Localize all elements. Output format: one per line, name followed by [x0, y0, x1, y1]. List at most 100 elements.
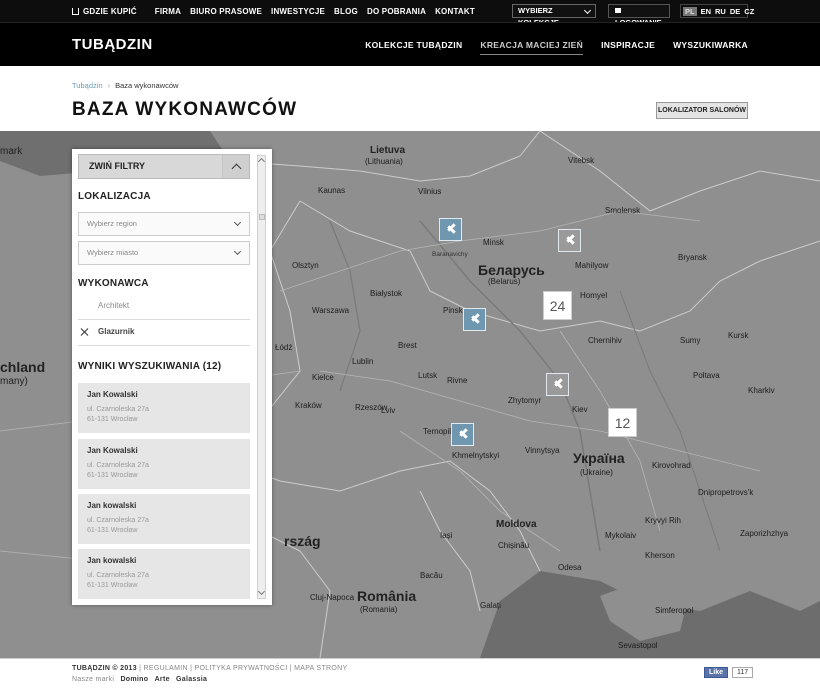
map-label-kiev: Kiev: [572, 405, 588, 414]
map-pin-marker[interactable]: [558, 229, 581, 252]
nav-inspirations[interactable]: INSPIRACJE: [601, 36, 655, 54]
investments-link[interactable]: INWESTYCJE: [271, 7, 325, 16]
result-name: Jan Kowalski: [87, 390, 138, 399]
lang-de[interactable]: DE: [730, 7, 740, 16]
map-label-homyel: Homyel: [580, 291, 608, 300]
map-label-kursk: Kursk: [728, 331, 749, 340]
language-switcher: PL EN RU DE CZ: [680, 4, 754, 18]
facebook-like-button[interactable]: Like: [704, 667, 729, 678]
map-label-poltava: Poltava: [693, 371, 720, 380]
footer-brands: Nasze marki Domino Arte Galassia: [72, 676, 207, 683]
map-label-warszawa: Warszawa: [312, 306, 350, 315]
result-card[interactable]: Jan kowalski ul. Czarnoleska 27a 61-131 …: [78, 494, 250, 544]
map-label-dnipro: Dnipropetrovs'k: [698, 488, 754, 497]
breadcrumb-home[interactable]: Tubądzin: [72, 81, 103, 90]
option-glazurnik[interactable]: Glazurnik: [98, 327, 134, 336]
chevron-down-icon: [583, 6, 592, 15]
result-street: ul. Czarnoleska 27a: [87, 517, 149, 524]
result-card[interactable]: Jan kowalski ul. Czarnoleska 27a 61-131 …: [78, 549, 250, 599]
map-pin-marker[interactable]: [463, 308, 486, 331]
map-label-mykolaiv: Mykolaiv: [605, 531, 637, 540]
map-label-mogilev: Mahilyow: [575, 261, 609, 270]
map-label-many: many): [0, 376, 28, 387]
map-label-pinsk: Pinsk: [443, 306, 463, 315]
map-label-kherson: Kherson: [645, 551, 675, 560]
map-label-chisinau: Chișinău: [498, 541, 530, 550]
result-city: 61-131 Wrocław: [87, 416, 138, 423]
result-city: 61-131 Wrocław: [87, 527, 138, 534]
map-label-odesa: Odesa: [558, 563, 582, 572]
map-label-belarus: Беларусь: [478, 262, 545, 278]
nav-collections[interactable]: KOLEKCJE TUBĄDZIN: [365, 36, 462, 54]
result-street: ul. Czarnoleska 27a: [87, 406, 149, 413]
scrollbar[interactable]: [257, 155, 266, 599]
result-name: Jan Kowalski: [87, 446, 138, 455]
map-label-rivne: Rivne: [447, 376, 468, 385]
map-label-bryansk: Bryansk: [678, 253, 707, 262]
chevron-down-icon: [233, 247, 242, 256]
map-label-vilnius: Vilnius: [418, 187, 442, 196]
brand-arte[interactable]: Arte: [155, 676, 170, 683]
option-architekt[interactable]: Architekt: [98, 301, 129, 310]
cart-icon: [72, 7, 79, 15]
press-office-link[interactable]: BIURO PRASOWE: [190, 7, 262, 16]
collection-select[interactable]: WYBIERZ KOLEKCJĘ: [512, 4, 596, 27]
where-to-buy-link[interactable]: GDZIE KUPIĆ: [72, 7, 146, 16]
scrollbar-thumb[interactable]: [259, 214, 265, 220]
map-label-kryvyi: Kryvyi Rih: [645, 516, 682, 525]
region-select[interactable]: Wybierz region: [78, 212, 250, 236]
map-label-ukraine-en: (Ukraine): [580, 468, 613, 477]
company-link[interactable]: FIRMA: [155, 7, 181, 16]
city-select[interactable]: Wybierz miasto: [78, 241, 250, 265]
map-label-bacau: Bacău: [420, 571, 443, 580]
page-title: BAZA WYKONAWCÓW: [72, 99, 298, 120]
map-label-lodz: Łódź: [275, 343, 293, 352]
brands-label: Nasze marki: [72, 676, 115, 683]
map-pin-marker[interactable]: [451, 423, 474, 446]
contact-link[interactable]: KONTAKT: [435, 7, 475, 16]
map-pin-marker[interactable]: [439, 218, 462, 241]
lang-ru[interactable]: RU: [715, 7, 726, 16]
map-label-iasi: Iași: [440, 531, 453, 540]
facebook-like-widget: Like 117: [704, 667, 754, 678]
contractor-heading: WYKONAWCA: [78, 278, 149, 289]
brand-domino[interactable]: Domino: [120, 676, 148, 683]
collapse-filters-button[interactable]: ZWIŃ FILTRY: [78, 154, 250, 179]
lang-pl[interactable]: PL: [683, 6, 697, 16]
footer-link-regulamin[interactable]: REGULAMIN: [144, 665, 188, 672]
divider: [78, 345, 250, 346]
map-label-bialystok: Białystok: [370, 289, 403, 298]
map-label-vinnytsya: Vinnytsya: [525, 446, 560, 455]
brand-galassia[interactable]: Galassia: [176, 676, 207, 683]
salon-locator-button[interactable]: LOKALIZATOR SALONÓW: [656, 102, 748, 119]
map-label-mark: mark: [0, 146, 23, 157]
scroll-up-icon[interactable]: [257, 157, 266, 166]
scroll-down-icon[interactable]: [257, 587, 266, 596]
downloads-link[interactable]: DO POBRANIA: [367, 7, 426, 16]
map-cluster[interactable]: 12: [608, 408, 637, 437]
lang-cz[interactable]: CZ: [744, 7, 754, 16]
nav-kreacja[interactable]: KREACJA MACIEJ ZIEŃ: [480, 36, 584, 55]
location-heading: LOKALIZACJA: [78, 191, 151, 202]
logo[interactable]: TUBĄDZIN: [72, 36, 153, 53]
close-icon[interactable]: [81, 328, 89, 336]
map-label-vitebsk: Vitebsk: [568, 156, 595, 165]
footer-links: TUBĄDZIN © 2013 | REGULAMIN | POLITYKA P…: [72, 665, 347, 672]
map-label-belarus-en: (Belarus): [488, 277, 521, 286]
result-name: Jan kowalski: [87, 501, 137, 510]
nav-search[interactable]: WYSZUKIWARKA: [673, 36, 748, 54]
collapse-filters-label: ZWIŃ FILTRY: [89, 161, 145, 171]
nav-items: KOLEKCJE TUBĄDZIN KREACJA MACIEJ ZIEŃ IN…: [347, 23, 748, 67]
login-button[interactable]: LOGOWANIE: [608, 4, 670, 27]
map-pin-marker[interactable]: [546, 373, 569, 396]
result-card[interactable]: Jan Kowalski ul. Czarnoleska 27a 61-131 …: [78, 383, 250, 433]
map-label-romania-en: (Romania): [360, 605, 398, 614]
blog-link[interactable]: BLOG: [334, 7, 358, 16]
footer-link-sitemap[interactable]: MAPA STRONY: [294, 665, 347, 672]
footer-link-privacy[interactable]: POLITYKA PRYWATNOŚCI: [194, 665, 287, 672]
map-cluster[interactable]: 24: [543, 291, 572, 320]
map-label-galati: Galați: [480, 601, 501, 610]
lang-en[interactable]: EN: [701, 7, 711, 16]
map-label-kaunas: Kaunas: [318, 186, 346, 195]
result-card[interactable]: Jan Kowalski ul. Czarnoleska 27a 61-131 …: [78, 439, 250, 489]
